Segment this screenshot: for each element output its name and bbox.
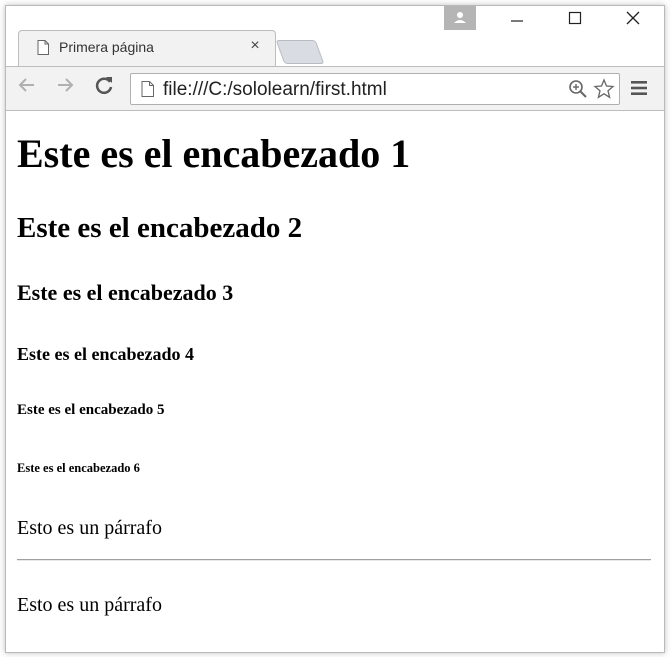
heading-3: Este es el encabezado 3	[17, 280, 234, 305]
reload-icon	[95, 77, 113, 94]
heading-6: Este es el encabezado 6	[17, 461, 140, 475]
tab-title: Primera página	[59, 39, 154, 55]
maximize-button[interactable]	[552, 6, 598, 36]
new-tab-button[interactable]	[275, 40, 325, 64]
close-window-icon	[626, 11, 640, 25]
profile-button[interactable]	[444, 6, 476, 30]
back-icon	[18, 78, 34, 92]
page-icon	[141, 81, 154, 97]
heading-5: Este es el encabezado 5	[17, 402, 165, 418]
forward-button[interactable]	[52, 74, 78, 100]
tab-primera-pagina[interactable]: Primera página ×	[18, 30, 276, 67]
heading-2: Este es el encabezado 2	[17, 212, 303, 244]
close-window-button[interactable]	[610, 6, 656, 36]
title-bar: Primera página ×	[6, 6, 664, 69]
heading-1: Este es el encabezado 1	[17, 131, 411, 176]
maximize-icon	[568, 11, 582, 25]
browser-window: Primera página × file:///C:/sololearn/fi…	[5, 5, 665, 653]
reload-button[interactable]	[91, 74, 117, 100]
paragraph: Esto es un párrafo	[17, 517, 162, 539]
address-bar[interactable]: file:///C:/sololearn/first.html	[130, 73, 620, 105]
bookmark-star-icon[interactable]	[593, 78, 615, 100]
paragraph: Esto es un párrafo	[17, 594, 162, 616]
close-icon[interactable]: ×	[246, 36, 264, 56]
minimize-button[interactable]	[494, 6, 540, 36]
forward-icon	[58, 78, 74, 92]
page-icon	[37, 40, 49, 55]
page-content: Este es el encabezado 1 Este es el encab…	[6, 110, 664, 652]
url-text: file:///C:/sololearn/first.html	[163, 79, 387, 100]
horizontal-rule	[17, 559, 651, 561]
minimize-icon	[511, 20, 523, 22]
back-button[interactable]	[14, 74, 40, 100]
zoom-icon[interactable]	[567, 78, 589, 100]
heading-4: Este es el encabezado 4	[17, 344, 194, 364]
browser-toolbar: file:///C:/sololearn/first.html	[6, 66, 664, 111]
profile-icon	[454, 12, 466, 23]
menu-icon[interactable]	[630, 79, 648, 97]
